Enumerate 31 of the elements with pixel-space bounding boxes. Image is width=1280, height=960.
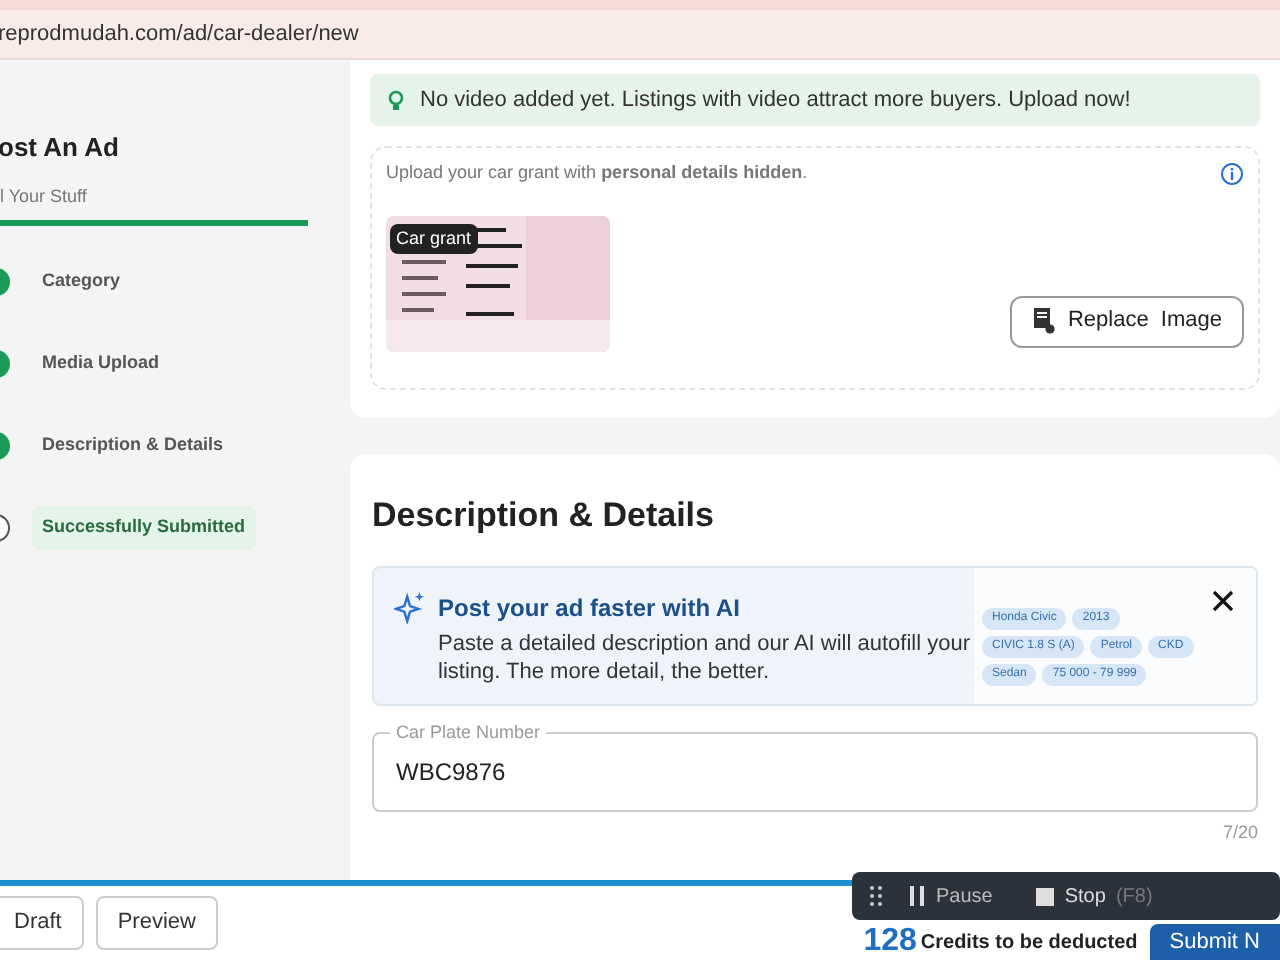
step-label[interactable]: Media Upload — [32, 350, 170, 378]
page-subtitle: l Your Stuff — [0, 183, 89, 209]
image-file-icon — [1031, 308, 1056, 334]
info-icon[interactable] — [1220, 161, 1244, 186]
car-grant-tag: Car grant — [390, 223, 478, 254]
pause-icon — [910, 886, 924, 906]
character-counter: 7/20 — [1222, 819, 1258, 845]
video-notice-text: No video added yet. Listings with video attract more buyers. Upload now! — [420, 85, 1131, 116]
footer-button[interactable]: Preview — [95, 896, 218, 950]
sparkle-icon — [394, 589, 426, 623]
pause-button[interactable]: Pause — [910, 881, 993, 911]
credits-count: 128 — [863, 924, 917, 958]
step-label[interactable]: Category — [32, 268, 131, 296]
ai-banner-text: Paste a detailed description and our AI will autofill your listing. The more detail, the better. — [438, 629, 972, 685]
section-heading: Description & Details — [372, 494, 716, 538]
drag-handle-icon[interactable] — [870, 886, 882, 906]
step-label[interactable]: Description & Details — [32, 432, 234, 460]
ai-banner-title: Post your ad faster with AI — [438, 591, 742, 625]
stop-button[interactable]: Stop (F8) — [1036, 881, 1153, 911]
shortcut-hint: (F8) — [1115, 883, 1153, 911]
lightbulb-icon — [384, 88, 408, 112]
footer-button[interactable]: Draft — [0, 896, 84, 950]
credits-text: Credits to be deducted — [920, 932, 1138, 956]
submit-button[interactable]: Submit N — [1149, 924, 1280, 960]
instruction-text: Upload your car grant with personal details hidden. — [386, 160, 808, 186]
field-value: WBC9876 — [396, 755, 506, 789]
stop-icon — [1036, 887, 1055, 905]
address-url[interactable]: reprodmudah.com/ad/car-dealer/new — [0, 17, 359, 51]
replace-image-button[interactable]: Replace Image — [1009, 295, 1244, 347]
close-icon[interactable] — [1212, 589, 1234, 611]
step-label[interactable]: Successfully Submitted — [32, 506, 256, 550]
